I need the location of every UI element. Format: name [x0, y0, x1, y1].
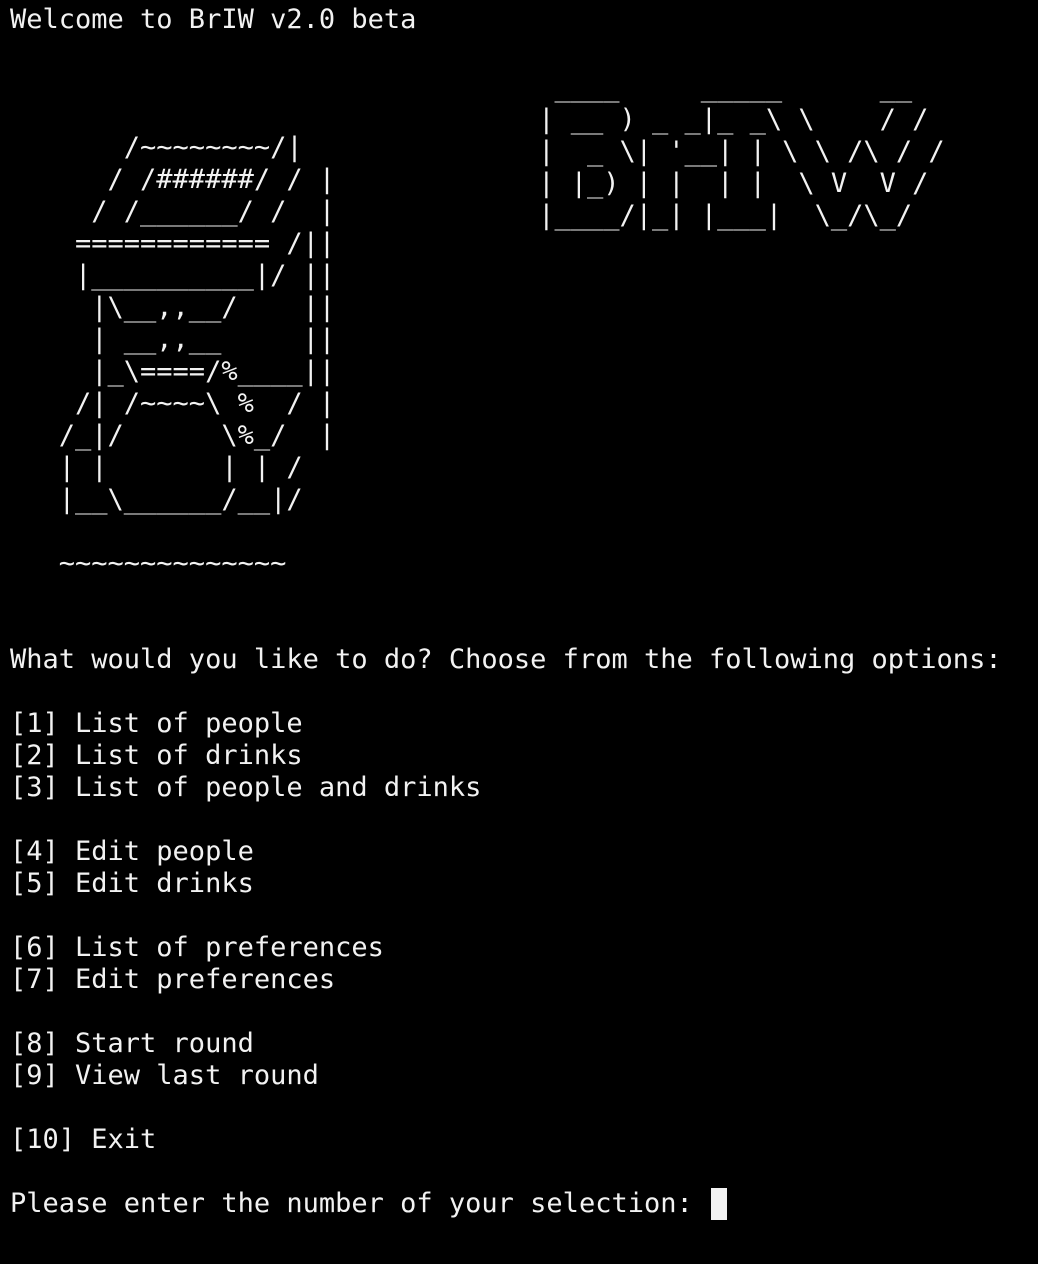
- menu-option-5: [5] Edit drinks: [10, 868, 254, 899]
- menu-question: What would you like to do? Choose from t…: [10, 644, 1002, 675]
- tea-cup-ascii-art: /~~~~~~~~/| / /######/ / | / /______/ / …: [58, 132, 336, 579]
- menu-option-6: [6] List of preferences: [10, 932, 384, 963]
- selection-prompt: Please enter the number of your selectio…: [10, 1188, 709, 1219]
- menu-option-4: [4] Edit people: [10, 836, 254, 867]
- menu-option-2: [2] List of drinks: [10, 740, 303, 771]
- welcome-line: Welcome to BrIW v2.0 beta: [10, 4, 417, 35]
- menu-option-7: [7] Edit preferences: [10, 964, 336, 995]
- menu-option-3: [3] List of people and drinks: [10, 772, 482, 803]
- menu-option-1: [1] List of people: [10, 708, 303, 739]
- menu-option-9: [9] View last round: [10, 1060, 319, 1091]
- text-cursor[interactable]: [710, 1188, 727, 1220]
- menu-option-10: [10] Exit: [10, 1124, 157, 1155]
- selection-input[interactable]: Please enter the number of your selectio…: [10, 1188, 727, 1220]
- menu-option-8: [8] Start round: [10, 1028, 254, 1059]
- briw-logo-ascii-art: ____ _____ __ | __ ) _ _|_ _\ \ / / | _ …: [538, 72, 945, 231]
